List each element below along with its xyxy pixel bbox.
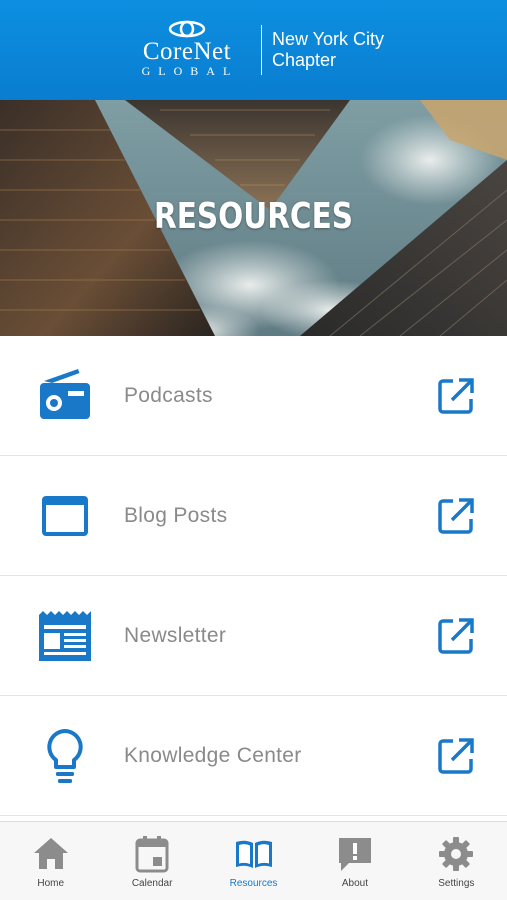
bottom-tab-bar: Home Calendar Resources About Settings (0, 821, 507, 900)
chapter-name: New York City Chapter (272, 29, 384, 71)
logo-subtitle: GLOBAL (141, 64, 239, 78)
logo-rings-icon (168, 20, 206, 38)
resource-row-blog-posts[interactable]: Blog Posts (0, 456, 507, 576)
tab-about[interactable]: About (304, 822, 405, 900)
resource-label: Podcasts (124, 383, 213, 407)
gear-icon (439, 837, 474, 871)
hero-banner: RESOURCES (0, 100, 507, 336)
alert-speech-icon (338, 838, 371, 871)
resource-row-podcasts[interactable]: Podcasts (0, 336, 507, 456)
resource-label: Knowledge Center (124, 743, 302, 767)
logo-divider (260, 25, 262, 75)
resource-label: Blog Posts (124, 503, 228, 527)
logo-wordmark: CoreNet (142, 38, 232, 65)
calendar-icon (135, 836, 169, 873)
page-title: RESOURCES (153, 196, 354, 237)
app-header: CoreNet GLOBAL New York City Chapter (0, 0, 507, 100)
tab-label: Resources (229, 878, 278, 889)
browser-window-icon (42, 495, 88, 536)
resource-label: Newsletter (124, 623, 227, 647)
resource-list: Podcasts Blog Posts Newsletter Knowledge… (0, 336, 507, 816)
tab-settings[interactable]: Settings (406, 822, 507, 900)
corenet-logo: CoreNet GLOBAL New York City Chapter (123, 19, 384, 81)
chapter-line-2: Chapter (271, 50, 337, 70)
resource-row-knowledge-center[interactable]: Knowledge Center (0, 696, 507, 816)
tab-calendar[interactable]: Calendar (101, 822, 202, 900)
book-icon (235, 840, 272, 868)
external-link-icon[interactable] (437, 377, 475, 415)
external-link-icon[interactable] (437, 497, 475, 535)
external-link-icon[interactable] (437, 737, 475, 775)
tab-resources[interactable]: Resources (203, 822, 304, 900)
newspaper-icon (39, 610, 91, 661)
tab-label: Settings (438, 878, 475, 889)
radio-icon (40, 368, 90, 419)
tab-home[interactable]: Home (0, 822, 101, 900)
lightbulb-icon (47, 728, 83, 783)
external-link-icon[interactable] (437, 617, 475, 655)
logo-mark: CoreNet GLOBAL (123, 19, 251, 81)
tab-label: About (341, 878, 368, 889)
tab-label: Calendar (131, 878, 173, 889)
tab-label: Home (37, 878, 65, 889)
chapter-line-1: New York City (271, 29, 385, 49)
resource-row-newsletter[interactable]: Newsletter (0, 576, 507, 696)
home-icon (33, 838, 68, 869)
